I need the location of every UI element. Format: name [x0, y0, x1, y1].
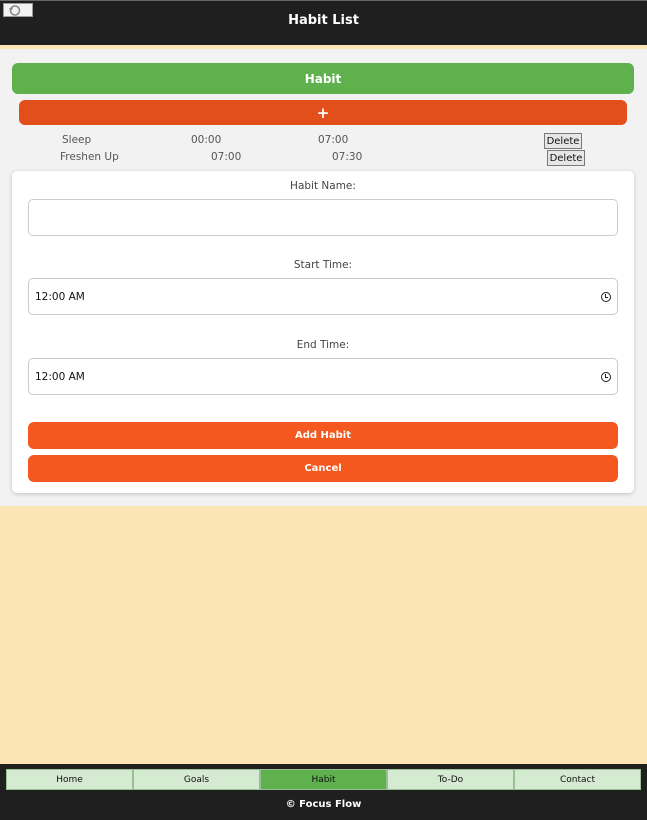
page-title: Habit List [288, 13, 359, 28]
nav-item-home[interactable]: Home [6, 769, 133, 790]
delete-button[interactable]: Delete [544, 133, 582, 149]
start-time-label: Start Time: [293, 259, 353, 271]
nav-item-habit[interactable]: Habit [260, 769, 387, 790]
end-time-input[interactable]: 12:00 AM [28, 358, 618, 395]
habit-name: Sleep [62, 134, 92, 146]
start-time-value: 12:00 AM [35, 290, 85, 303]
section-title: Habit [12, 63, 634, 94]
habit-name: Freshen Up [60, 151, 119, 163]
habit-end: 07:30 [332, 151, 363, 163]
clock-icon[interactable] [601, 292, 611, 302]
nav-item-todo[interactable]: To-Do [387, 769, 514, 790]
habit-name-input[interactable] [28, 199, 618, 236]
add-habit-toggle-button[interactable]: + [19, 100, 627, 125]
start-time-input[interactable]: 12:00 AM [28, 278, 618, 315]
end-time-value: 12:00 AM [35, 370, 85, 383]
main-content: Habit + Sleep 00:00 07:00 Delete Freshen… [0, 49, 647, 506]
habit-start: 00:00 [191, 134, 222, 146]
cancel-button[interactable]: Cancel [28, 455, 618, 482]
add-habit-form: Habit Name: Start Time: 12:00 AM End Tim… [12, 171, 634, 493]
bottom-nav: Home Goals Habit To-Do Contact [6, 769, 641, 790]
habit-row: Freshen Up 07:00 07:30 Delete [0, 150, 647, 167]
end-time-label: End Time: [296, 339, 350, 351]
habit-end: 07:00 [318, 134, 349, 146]
app-footer: Home Goals Habit To-Do Contact © Focus F… [0, 764, 647, 820]
delete-button[interactable]: Delete [547, 150, 585, 166]
habit-name-label: Habit Name: [290, 180, 356, 192]
habit-row: Sleep 00:00 07:00 Delete [0, 133, 647, 150]
nav-item-contact[interactable]: Contact [514, 769, 641, 790]
habit-start: 07:00 [211, 151, 242, 163]
add-habit-button[interactable]: Add Habit [28, 422, 618, 449]
app-header: Habit List [0, 0, 647, 45]
clock-icon[interactable] [601, 372, 611, 382]
copyright: © Focus Flow [285, 799, 362, 810]
nav-item-goals[interactable]: Goals [133, 769, 260, 790]
